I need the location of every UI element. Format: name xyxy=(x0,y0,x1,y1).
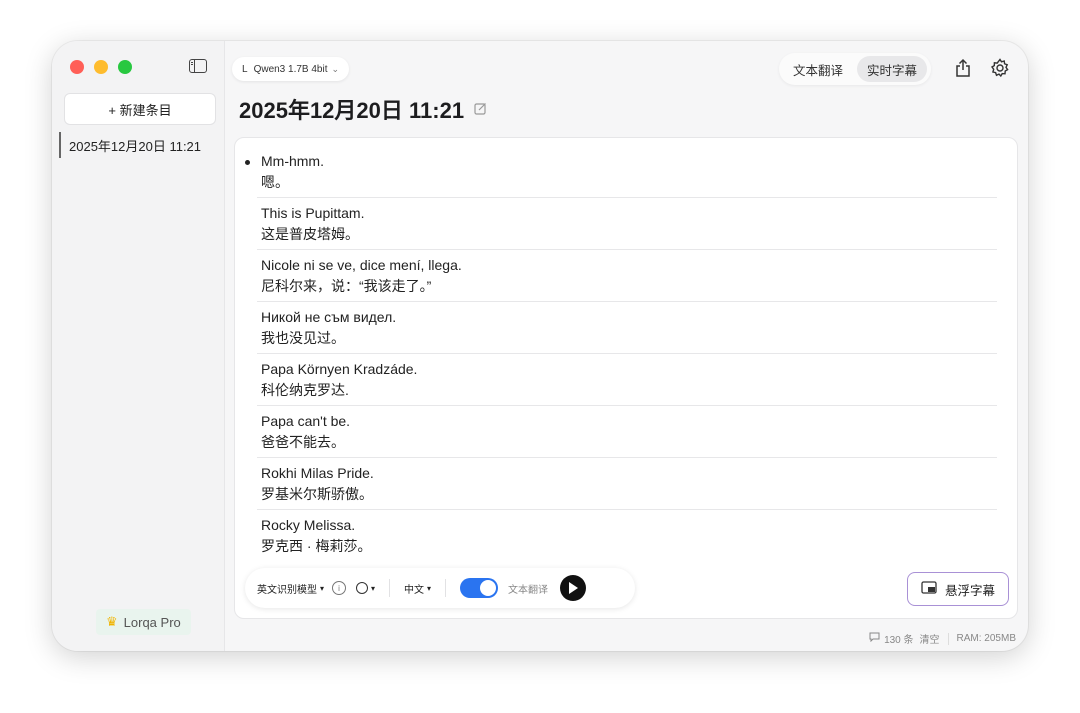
entry-translation-text: 罗克西 · 梅莉莎。 xyxy=(261,538,372,554)
delay-dropdown[interactable]: ▾ xyxy=(356,582,375,594)
status-bar: 130 条 清空 RAM: 205MB xyxy=(869,631,1016,646)
translation-toggle[interactable] xyxy=(460,578,499,598)
pro-upgrade-button[interactable]: ♛ Lorqa Pro xyxy=(96,609,191,635)
chevron-down-icon: ▾ xyxy=(320,583,325,593)
transcript-entry: Papa can't be. 爸爸不能去。 xyxy=(257,406,997,458)
sidebar-toggle-icon[interactable] xyxy=(189,59,207,73)
translation-toggle-label: 文本翻译 xyxy=(508,584,549,596)
entry-source-text: Никой не съм видел. xyxy=(261,309,397,325)
entry-translation-text: 罗基米尔斯骄傲。 xyxy=(261,486,373,502)
transcript-entry: Mm-hmm. 嗯。 xyxy=(245,146,997,198)
float-subtitles-label: 悬浮字幕 xyxy=(944,583,995,598)
entry-source-text: Rocky Melissa. xyxy=(261,517,356,533)
recognition-model-label: 英文识别模型 xyxy=(257,584,317,596)
edit-icon[interactable] xyxy=(474,102,488,116)
clock-icon xyxy=(356,582,369,594)
entry-translation-text: 嗯。 xyxy=(261,174,289,190)
transcript-entry: Rokhi Milas Pride. 罗基米尔斯骄傲。 xyxy=(257,458,997,510)
entry-source-text: Papa can't be. xyxy=(261,413,351,429)
divider xyxy=(947,632,949,645)
close-window-button[interactable] xyxy=(70,60,84,74)
entry-source-text: Papa Környen Kradzáde. xyxy=(261,361,418,377)
entry-translation-text: 尼科尔来，说：“我该走了。” xyxy=(261,278,432,294)
transcript-entry: Никой не съм видел. 我也没见过。 xyxy=(257,302,997,354)
entry-source-text: Nicole ni se ve, dice mení, llega. xyxy=(261,257,462,273)
sidebar: + 新建条目 2025年12月20日 11:21 ♛ Lorqa Pro xyxy=(52,41,225,651)
tab-text-translation-label: 文本翻译 xyxy=(793,63,844,78)
entry-translation-text: 这是普皮塔姆。 xyxy=(261,226,359,242)
model-prefix: L xyxy=(242,63,248,75)
new-item-button[interactable]: + 新建条目 xyxy=(64,93,216,125)
divider xyxy=(445,579,447,597)
transcript-panel: Mm-hmm. 嗯。 This is Pupittam. 这是普皮塔姆。 Nic… xyxy=(234,137,1018,619)
picture-in-picture-icon xyxy=(921,581,937,597)
new-item-label: + 新建条目 xyxy=(108,102,172,118)
chevron-down-icon: ⌄ xyxy=(331,63,340,74)
page-title: 2025年12月20日 11:21 xyxy=(239,93,488,125)
control-bar: 英文识别模型 ▾ i ▾ 中文 ▾ 文本翻译 xyxy=(245,568,635,608)
info-icon[interactable]: i xyxy=(332,581,347,595)
entry-source-text: Rokhi Milas Pride. xyxy=(261,465,374,481)
transcript-entry: Nicole ni se ve, dice mení, llega. 尼科尔来，… xyxy=(257,250,997,302)
recognition-model-dropdown[interactable]: 英文识别模型 ▾ xyxy=(257,581,324,596)
transcript-entry: This is Pupittam. 这是普皮塔姆。 xyxy=(257,198,997,250)
chevron-down-icon: ▾ xyxy=(427,583,432,593)
minimize-window-button[interactable] xyxy=(94,60,108,74)
tab-text-translation[interactable]: 文本翻译 xyxy=(783,56,853,82)
play-button[interactable] xyxy=(560,575,587,601)
chat-bubble-icon xyxy=(869,632,880,645)
language-dropdown[interactable]: 中文 ▾ xyxy=(404,581,431,596)
entry-count: 130 条 xyxy=(884,635,914,646)
zoom-window-button[interactable] xyxy=(118,60,132,74)
model-selector[interactable]: L Qwen3 1.7B 4bit ⌄ xyxy=(232,57,350,81)
page-title-text: 2025年12月20日 11:21 xyxy=(239,98,465,123)
app-window: + 新建条目 2025年12月20日 11:21 ♛ Lorqa Pro L Q… xyxy=(52,41,1028,651)
clear-button[interactable]: 清空 xyxy=(920,631,940,646)
ram-usage: RAM: 205MB xyxy=(956,633,1016,644)
current-entry-bullet xyxy=(245,160,250,165)
chevron-down-icon: ▾ xyxy=(371,583,376,593)
window-controls xyxy=(70,60,132,74)
mode-segmented-control: 文本翻译 实时字幕 xyxy=(779,53,932,85)
transcript-entry: Papa Környen Kradzáde. 科伦纳克罗达. xyxy=(257,354,997,406)
tab-live-subtitles[interactable]: 实时字幕 xyxy=(857,56,928,82)
entry-source-text: This is Pupittam. xyxy=(261,205,365,221)
float-subtitles-button[interactable]: 悬浮字幕 xyxy=(907,572,1009,606)
gear-icon[interactable] xyxy=(989,57,1011,79)
transcript-list: Mm-hmm. 嗯。 This is Pupittam. 这是普皮塔姆。 Nic… xyxy=(245,146,997,562)
model-name: Qwen3 1.7B 4bit xyxy=(253,63,328,75)
language-label: 中文 xyxy=(404,584,425,596)
divider xyxy=(389,579,391,597)
entry-translation-text: 爸爸不能去。 xyxy=(261,434,345,450)
entry-translation-text: 我也没见过。 xyxy=(261,330,345,346)
pro-label: Lorqa Pro xyxy=(123,614,181,630)
tab-live-subtitles-label: 实时字幕 xyxy=(867,63,918,78)
session-label: 2025年12月20日 11:21 xyxy=(69,138,202,154)
share-icon[interactable] xyxy=(952,57,974,79)
crown-icon: ♛ xyxy=(106,614,118,629)
sidebar-session-item[interactable]: 2025年12月20日 11:21 xyxy=(59,132,224,158)
entry-source-text: Mm-hmm. xyxy=(261,153,324,169)
entry-translation-text: 科伦纳克罗达. xyxy=(261,382,349,398)
transcript-entry: Rocky Melissa. 罗克西 · 梅莉莎。 xyxy=(257,510,997,562)
